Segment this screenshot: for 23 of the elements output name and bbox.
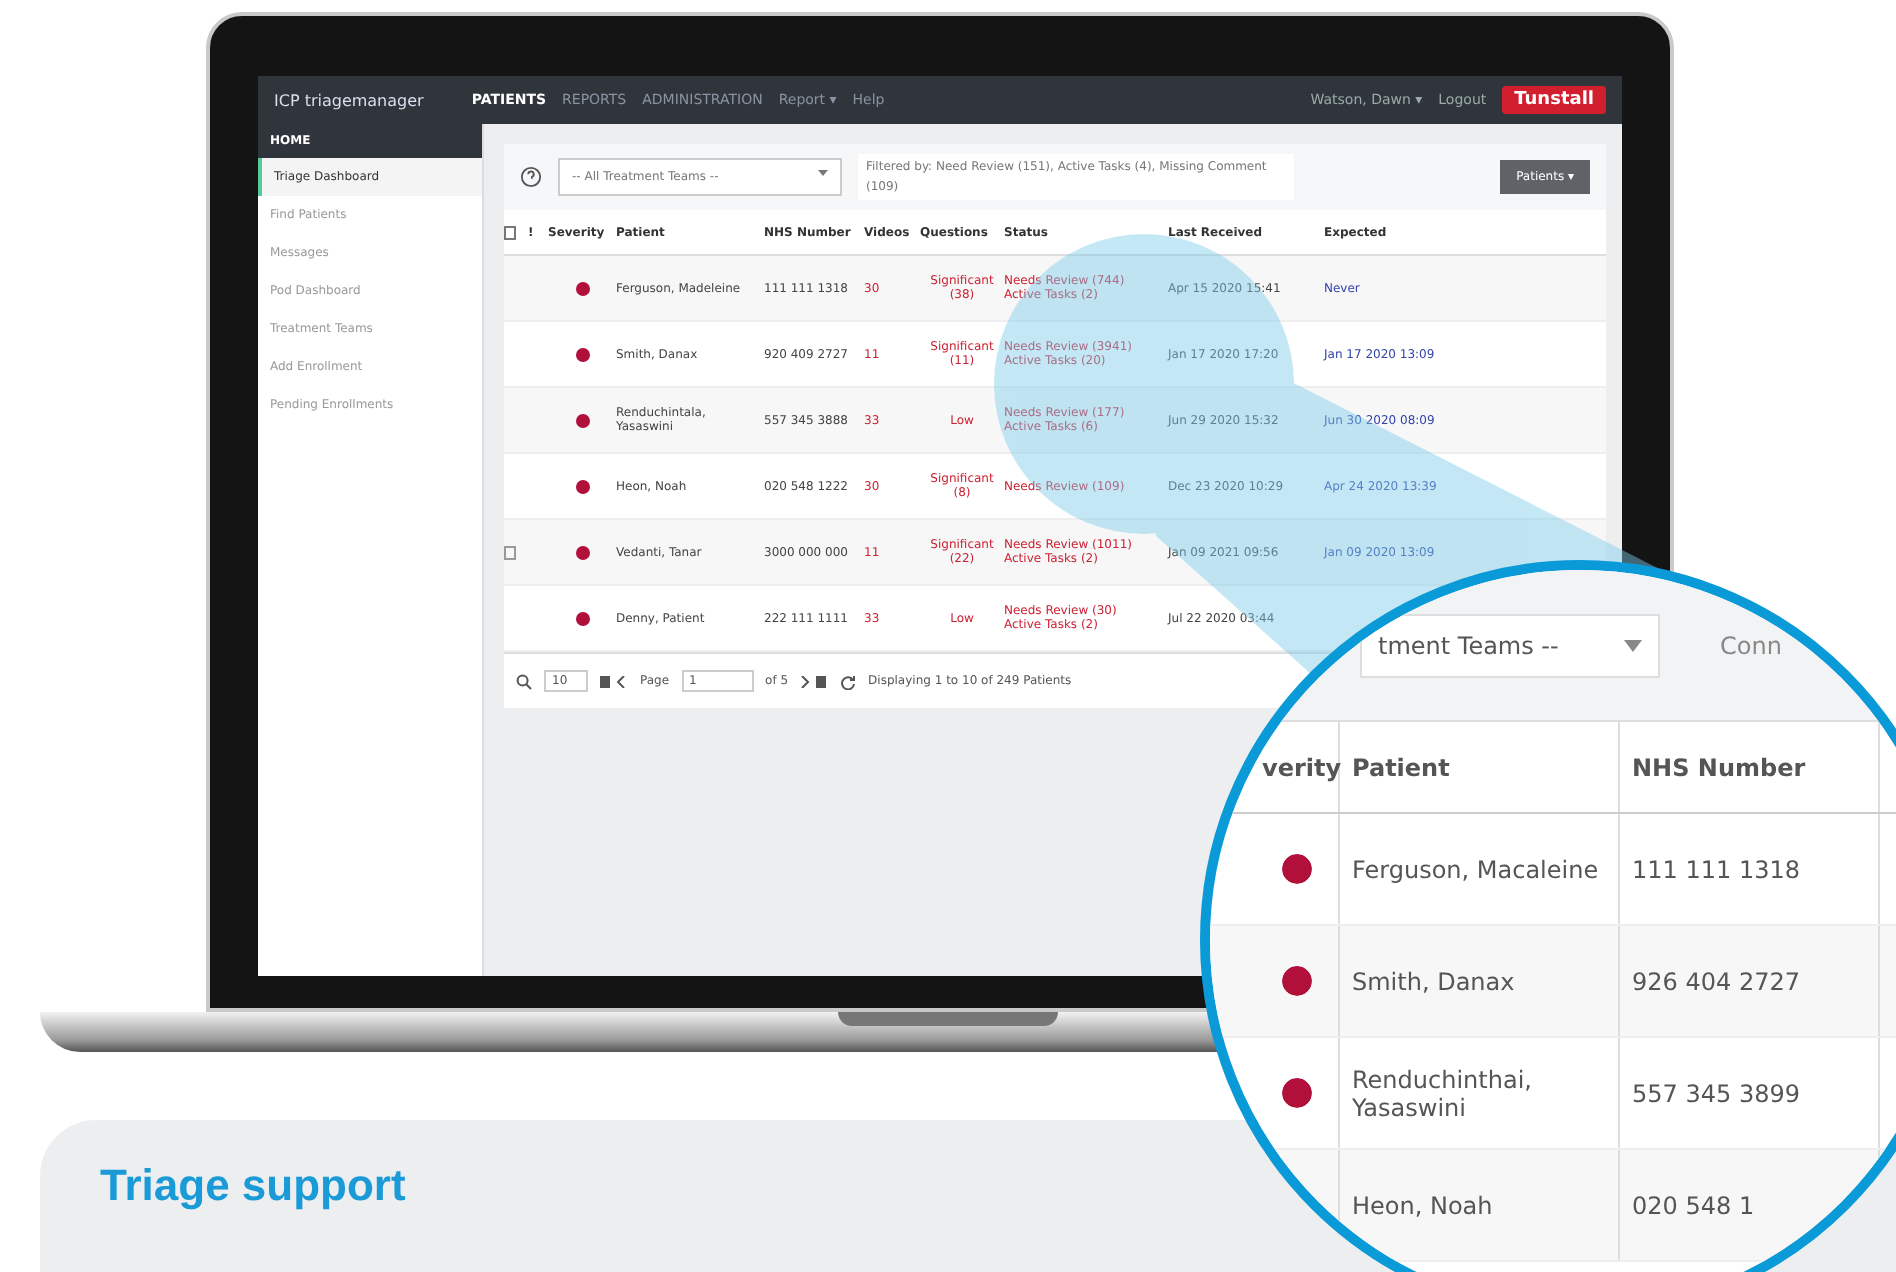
nhs-number-cell: 111 111 1318	[1620, 814, 1880, 924]
company-logo: Tunstall	[1502, 86, 1606, 114]
help-icon[interactable]	[520, 166, 542, 189]
nhs-number-cell: 020 548 1	[1620, 1150, 1880, 1260]
app-brand: ICP triagemanager	[274, 91, 424, 109]
search-icon[interactable]	[516, 673, 532, 690]
caret-icon	[818, 170, 828, 177]
patient-cell: Heon, Noah	[1340, 1150, 1620, 1260]
column-header: Patient	[1340, 722, 1620, 812]
column-header: NHS Number	[1620, 722, 1880, 812]
nhs-number-cell: 557 345 3899	[1620, 1038, 1880, 1148]
column-header: verity	[1250, 722, 1340, 812]
card-title: Triage support	[100, 1160, 406, 1212]
nhs-number-cell: 926 404 2727	[1620, 926, 1880, 1036]
refresh-icon[interactable]	[840, 673, 857, 690]
patient-cell: Smith, Danax	[1340, 926, 1620, 1036]
note-icon	[504, 225, 516, 240]
patient-cell: Ferguson, Macaleine	[1340, 814, 1620, 924]
filter-summary: Conn	[1720, 631, 1782, 659]
first-prev-icon[interactable]	[600, 675, 628, 688]
next-last-icon[interactable]	[800, 675, 829, 688]
caret-icon	[1624, 639, 1642, 651]
patient-cell: Renduchinthai, Yasaswini	[1340, 1038, 1620, 1148]
